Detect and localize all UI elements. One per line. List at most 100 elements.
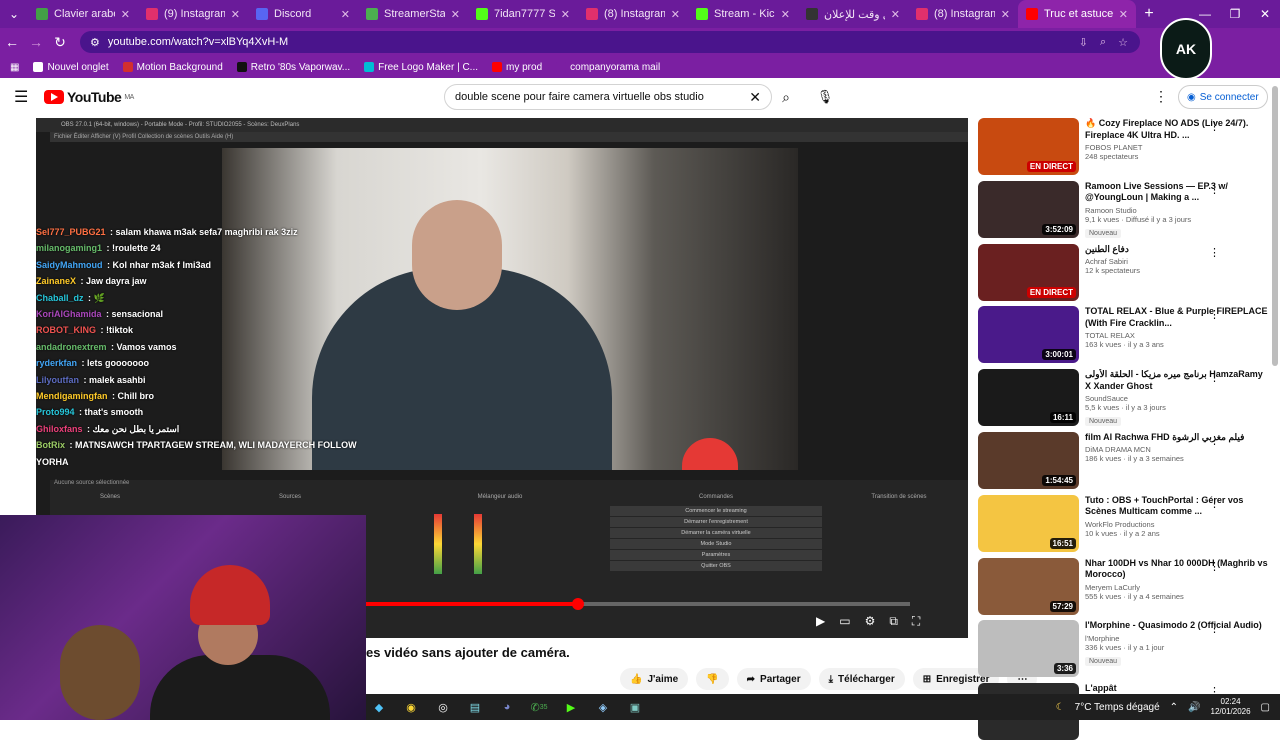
recommended-video[interactable]: 3:36 l'Morphine - Quasimodo 2 (Official … xyxy=(978,620,1268,683)
video-thumbnail[interactable]: 3:00:01 xyxy=(978,306,1079,364)
recommended-video[interactable]: 16:11 برنامج ميره مزيكا - الحلقة الأولى … xyxy=(978,369,1268,432)
recommended-video[interactable]: 16:51 Tuto : OBS + TouchPortal : Gérer v… xyxy=(978,494,1268,558)
xbox-icon[interactable]: ▣ xyxy=(622,697,648,717)
browser-tab[interactable]: StreamerStats - O ✕ xyxy=(358,0,468,28)
whatsapp-icon[interactable]: ✆ 35 xyxy=(526,697,552,717)
video-menu-icon[interactable]: ⋮ xyxy=(1209,308,1220,321)
clear-search-icon[interactable]: ✕ xyxy=(749,89,761,106)
close-tab-icon[interactable]: ✕ xyxy=(671,8,680,21)
video-thumbnail[interactable]: 57:29 xyxy=(978,557,1079,615)
discord-icon[interactable]: ◕ xyxy=(494,697,520,717)
notifications-icon[interactable]: ▢ xyxy=(1261,702,1270,713)
video-title[interactable]: دفاع الطنين xyxy=(1085,244,1268,256)
apps-icon[interactable]: ▦ xyxy=(10,62,19,73)
video-menu-icon[interactable]: ⋮ xyxy=(1209,371,1220,384)
fullscreen-icon[interactable]: ⛶ xyxy=(912,614,920,629)
recommended-video[interactable]: 3:00:01 TOTAL RELAX - Blue & Purple FIRE… xyxy=(978,306,1268,369)
bookmark-item[interactable]: Retro '80s Vaporwav... xyxy=(236,62,350,73)
video-menu-icon[interactable]: ⋮ xyxy=(1209,120,1220,133)
video-menu-icon[interactable]: ⋮ xyxy=(1209,434,1220,447)
video-menu-icon[interactable]: ⋮ xyxy=(1209,622,1220,635)
menu-icon[interactable]: ☰ xyxy=(14,87,34,107)
close-tab-icon[interactable]: ✕ xyxy=(1119,8,1128,21)
video-title[interactable]: برنامج ميره مزيكا - الحلقة الأولى HamzaR… xyxy=(1085,369,1268,392)
video-thumbnail[interactable]: 16:11 xyxy=(978,369,1079,427)
video-thumbnail[interactable]: 16:51 xyxy=(978,494,1079,552)
video-menu-icon[interactable]: ⋮ xyxy=(1209,246,1220,259)
chevron-up-icon[interactable]: ⌃ xyxy=(1170,702,1178,713)
close-window-icon[interactable]: ✕ xyxy=(1250,0,1280,28)
recommended-video[interactable]: 57:29 Nhar 100DH vs Nhar 10 000DH (Maghr… xyxy=(978,557,1268,621)
close-tab-icon[interactable]: ✕ xyxy=(1001,8,1010,21)
browser-tab[interactable]: Truc et astuces O ✕ xyxy=(1018,0,1136,28)
bookmark-item[interactable]: companyorama mail xyxy=(556,62,660,73)
close-tab-icon[interactable]: ✕ xyxy=(121,8,130,21)
video-thumbnail[interactable]: EN DIRECT xyxy=(978,243,1079,301)
video-title[interactable]: Tuto : OBS + TouchPortal : Gérer vos Scè… xyxy=(1085,495,1268,518)
channel-name[interactable]: Achraf Sabiri xyxy=(1085,257,1268,266)
progress-bar[interactable] xyxy=(366,598,910,610)
video-title[interactable]: film Al Rachwa FHD فيلم مغربي الرشوة xyxy=(1085,432,1268,444)
chrome-icon[interactable]: ◉ xyxy=(398,697,424,717)
browser-tab[interactable]: Stream - Kick Das ✕ xyxy=(688,0,798,28)
recommended-video[interactable]: 3:52:09 Ramoon Live Sessions — EP.3 w/ @… xyxy=(978,180,1268,244)
weather-text[interactable]: 7°C Temps dégagé xyxy=(1075,702,1160,713)
channel-name[interactable]: WorkFlo Productions xyxy=(1085,520,1268,529)
miniplayer-icon[interactable]: ⧉ xyxy=(889,614,898,629)
subtitles-icon[interactable]: ▭ xyxy=(839,614,850,629)
reload-icon[interactable]: ↻ xyxy=(48,34,72,51)
search-button[interactable]: ⌕ xyxy=(772,84,800,110)
search-input[interactable]: double scene pour faire camera virtuelle… xyxy=(444,84,772,110)
clock[interactable]: 02:24 12/01/2026 xyxy=(1211,697,1251,717)
browser-tab[interactable]: 7idan7777 Stream ✕ xyxy=(468,0,578,28)
video-title[interactable]: l'Morphine - Quasimodo 2 (Official Audio… xyxy=(1085,620,1268,632)
youtube-logo[interactable]: YouTube MA xyxy=(44,89,134,105)
video-menu-icon[interactable]: ⋮ xyxy=(1209,497,1220,510)
play-icon[interactable]: ▶ xyxy=(816,614,825,629)
close-tab-icon[interactable]: ✕ xyxy=(781,8,790,21)
video-thumbnail[interactable]: 3:36 xyxy=(978,620,1079,678)
video-thumbnail[interactable]: 3:52:09 xyxy=(978,180,1079,238)
taskbar-app-icon[interactable]: ◆ xyxy=(366,697,392,717)
address-bar[interactable]: ⚙ youtube.com/watch?v=xlBYq4XvH-M ⇩ ⌕ ☆ xyxy=(80,31,1140,53)
zoom-icon[interactable]: ⌕ xyxy=(1100,36,1106,49)
steam-icon[interactable]: ◈ xyxy=(590,697,616,717)
browser-tab[interactable]: Clavier arabe en l ✕ xyxy=(28,0,138,28)
bookmark-star-icon[interactable]: ☆ xyxy=(1118,36,1128,49)
close-tab-icon[interactable]: ✕ xyxy=(561,8,570,21)
share-button[interactable]: ➦ Partager xyxy=(736,668,811,690)
video-title[interactable]: Ramoon Live Sessions — EP.3 w/ @YoungLou… xyxy=(1085,181,1268,204)
sign-in-button[interactable]: ◉ Se connecter xyxy=(1178,85,1268,109)
download-button[interactable]: ⤓ Télécharger xyxy=(818,668,905,690)
settings-icon[interactable]: ⚙ xyxy=(865,614,876,629)
install-icon[interactable]: ⇩ xyxy=(1079,36,1088,49)
video-thumbnail[interactable]: EN DIRECT xyxy=(978,118,1079,175)
channel-name[interactable]: DiMA DRAMA MCN xyxy=(1085,445,1268,454)
volume-icon[interactable]: 🔊 xyxy=(1188,702,1200,713)
voice-search-icon[interactable]: 🎙 xyxy=(812,84,838,110)
kick-icon[interactable]: ▶ xyxy=(558,697,584,717)
page-scrollbar[interactable] xyxy=(1272,86,1278,366)
recommended-video[interactable]: EN DIRECT دفاع الطنين Achraf Sabiri 12 k… xyxy=(978,243,1268,307)
video-title[interactable]: TOTAL RELAX - Blue & Purple FIREPLACE (W… xyxy=(1085,306,1268,329)
bookmark-item[interactable]: Motion Background xyxy=(122,62,223,73)
browser-tab[interactable]: (9) Instagram • M ✕ xyxy=(138,0,248,28)
like-button[interactable]: 👍 J'aime xyxy=(620,668,689,690)
recommended-video[interactable]: EN DIRECT 🔥 Cozy Fireplace NO ADS (Live … xyxy=(978,118,1268,181)
restore-icon[interactable]: ❐ xyxy=(1220,0,1250,28)
channel-name[interactable]: FOBOS PLANET xyxy=(1085,143,1268,152)
notepad-icon[interactable]: ▤ xyxy=(462,697,488,717)
tab-search-icon[interactable]: ⌄ xyxy=(0,0,28,28)
bookmark-item[interactable]: Nouvel onglet xyxy=(33,62,109,73)
obs-icon[interactable]: ◎ xyxy=(430,697,456,717)
forward-icon[interactable]: → xyxy=(24,34,48,50)
channel-name[interactable]: Ramoon Studio xyxy=(1085,206,1268,215)
site-info-icon[interactable]: ⚙ xyxy=(90,36,100,49)
browser-tab[interactable]: أفضل وقت للإعلان ✕ xyxy=(798,0,908,28)
new-tab-icon[interactable]: + xyxy=(1136,5,1162,23)
video-thumbnail[interactable]: 1:54:45 xyxy=(978,431,1079,489)
recommended-video[interactable]: 1:54:45 film Al Rachwa FHD فيلم مغربي ال… xyxy=(978,431,1268,495)
channel-name[interactable]: Meryem LaCurly xyxy=(1085,583,1268,592)
close-tab-icon[interactable]: ✕ xyxy=(891,8,900,21)
browser-tab[interactable]: Discord ✕ xyxy=(248,0,358,28)
